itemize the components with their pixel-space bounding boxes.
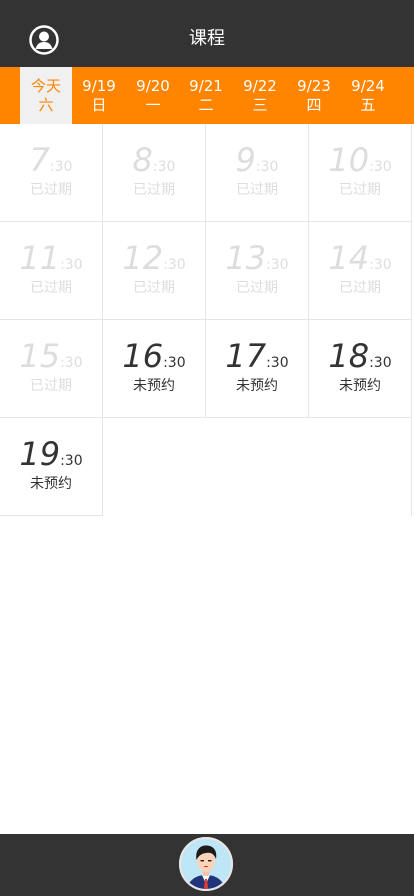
time-slot[interactable]: 12:30 已过期 [103, 222, 206, 320]
time-slot[interactable]: 8:30 已过期 [103, 124, 206, 222]
date-tab-weekday: 四 [306, 96, 322, 114]
slot-time: 17:30 [206, 338, 308, 374]
time-slot[interactable]: 10:30 已过期 [309, 124, 412, 222]
slot-hour: 15 [19, 337, 61, 375]
slot-minute: :30 [60, 453, 83, 469]
slot-minute: :30 [60, 257, 83, 273]
slot-time: 18:30 [309, 338, 411, 374]
slot-hour: 17 [225, 337, 267, 375]
date-tab-9-20[interactable]: 9/20 一 [127, 67, 179, 124]
slot-status: 未预约 [133, 378, 175, 394]
slot-hour: 18 [328, 337, 370, 375]
slot-hour: 11 [19, 239, 61, 277]
slot-minute: :30 [163, 257, 186, 273]
grid-divider [411, 124, 412, 516]
date-tab-9-19[interactable]: 9/19 日 [73, 67, 125, 124]
date-tab-weekday: 一 [145, 96, 161, 114]
date-tab-date: 9/24 [351, 77, 385, 95]
date-tab-date: 9/20 [136, 77, 170, 95]
slot-minute: :30 [369, 355, 392, 371]
date-tab-today[interactable]: 今天 六 [20, 67, 72, 124]
slot-time: 19:30 [0, 436, 102, 472]
slot-time: 10:30 [309, 142, 411, 178]
time-slot[interactable]: 18:30 未预约 [309, 320, 412, 418]
slot-minute: :30 [152, 159, 176, 175]
date-tab-date: 9/23 [297, 77, 331, 95]
slot-hour: 7 [29, 141, 50, 179]
slot-status: 未预约 [339, 378, 381, 394]
date-tab-date: 9/22 [243, 77, 277, 95]
slot-time: 8:30 [103, 142, 205, 178]
date-tab-9-22[interactable]: 9/22 三 [234, 67, 286, 124]
date-tab-date: 9/19 [82, 77, 116, 95]
time-slot[interactable]: 11:30 已过期 [0, 222, 103, 320]
slot-status: 已过期 [339, 182, 381, 198]
slot-status: 已过期 [30, 280, 72, 296]
slot-hour: 9 [235, 141, 256, 179]
slot-hour: 8 [132, 141, 153, 179]
slot-time: 7:30 [0, 142, 102, 178]
slot-time: 14:30 [309, 240, 411, 276]
coach-avatar-icon[interactable] [178, 836, 234, 892]
slot-time: 15:30 [0, 338, 102, 374]
date-tab-weekday: 二 [198, 96, 214, 114]
time-slot[interactable]: 19:30 未预约 [0, 418, 103, 516]
slot-status: 已过期 [236, 182, 278, 198]
date-tab-date: 9/21 [189, 77, 223, 95]
slot-status: 已过期 [30, 378, 72, 394]
slot-minute: :30 [266, 257, 289, 273]
slot-hour: 13 [225, 239, 267, 277]
slot-hour: 12 [122, 239, 164, 277]
time-slot[interactable]: 9:30 已过期 [206, 124, 309, 222]
slot-hour: 14 [328, 239, 370, 277]
slot-hour: 16 [122, 337, 164, 375]
slot-minute: :30 [369, 159, 392, 175]
slot-time: 9:30 [206, 142, 308, 178]
slot-status: 已过期 [236, 280, 278, 296]
slot-minute: :30 [163, 355, 186, 371]
slot-minute: :30 [369, 257, 392, 273]
slot-time: 16:30 [103, 338, 205, 374]
page-title: 课程 [189, 28, 225, 49]
slot-minute: :30 [60, 355, 83, 371]
slot-status: 已过期 [133, 280, 175, 296]
time-slot[interactable]: 7:30 已过期 [0, 124, 103, 222]
slot-time: 13:30 [206, 240, 308, 276]
date-tab-weekday: 五 [360, 96, 376, 114]
date-tab-9-24[interactable]: 9/24 五 [342, 67, 394, 124]
slot-status: 未预约 [30, 476, 72, 492]
slot-minute: :30 [49, 159, 73, 175]
slot-status: 未预约 [236, 378, 278, 394]
time-slot[interactable]: 14:30 已过期 [309, 222, 412, 320]
date-tab-date: 今天 [30, 77, 61, 95]
date-tab-weekday: 日 [91, 96, 107, 114]
slot-time: 12:30 [103, 240, 205, 276]
date-tab-9-23[interactable]: 9/23 四 [288, 67, 340, 124]
slot-minute: :30 [266, 355, 289, 371]
slot-status: 已过期 [133, 182, 175, 198]
slot-status: 已过期 [30, 182, 72, 198]
time-slot[interactable]: 15:30 已过期 [0, 320, 103, 418]
date-tab-weekday: 六 [38, 96, 54, 114]
date-selector: 今天 六 9/19 日 9/20 一 9/21 二 9/22 三 9/23 四 … [0, 67, 414, 124]
date-tab-9-21[interactable]: 9/21 二 [180, 67, 232, 124]
time-slot[interactable]: 16:30 未预约 [103, 320, 206, 418]
slot-time: 11:30 [0, 240, 102, 276]
slot-hour: 10 [328, 141, 370, 179]
slot-hour: 19 [19, 435, 61, 473]
date-tab-weekday: 三 [252, 96, 268, 114]
time-slot[interactable]: 17:30 未预约 [206, 320, 309, 418]
slot-minute: :30 [255, 159, 279, 175]
slot-status: 已过期 [339, 280, 381, 296]
time-slot[interactable]: 13:30 已过期 [206, 222, 309, 320]
top-bar: 课程 [0, 0, 414, 67]
